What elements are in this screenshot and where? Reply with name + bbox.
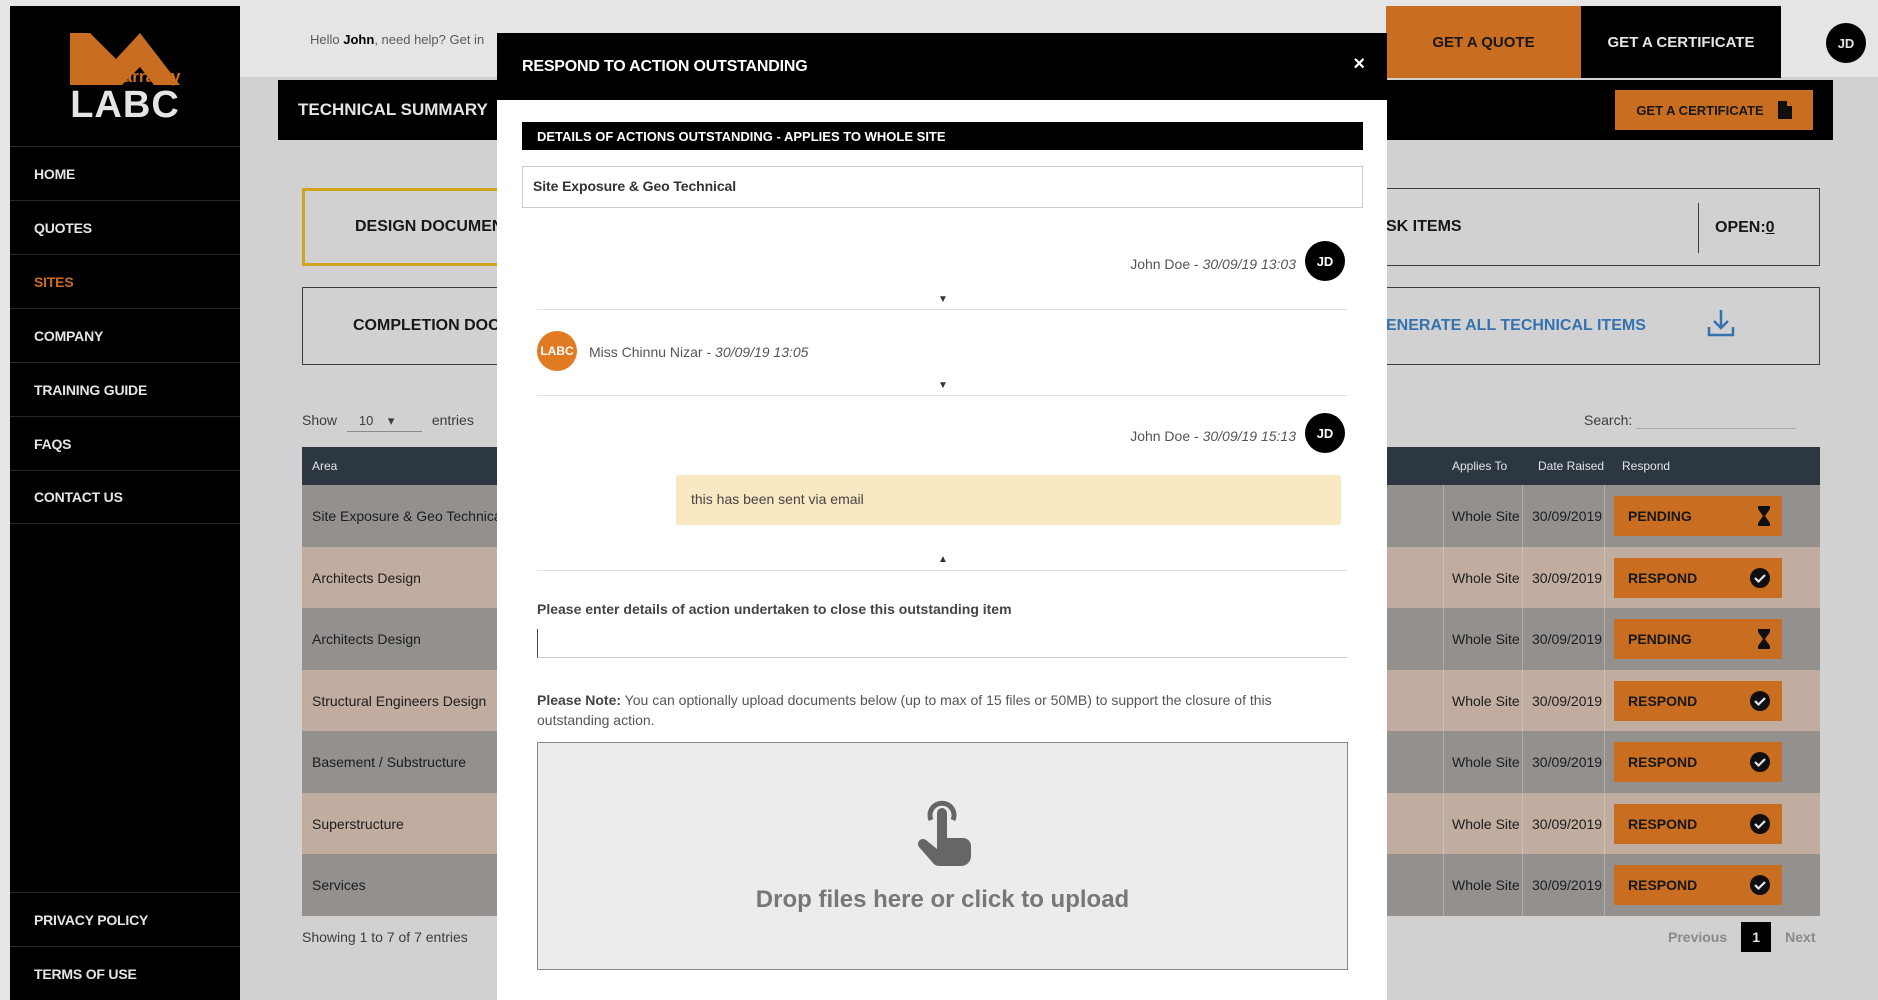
message-item: John Doe - 30/09/19 15:13 JD xyxy=(537,413,1347,453)
close-icon[interactable]: × xyxy=(1353,53,1365,76)
message-separator: - xyxy=(1190,256,1203,272)
upload-note-text: You can optionally upload documents belo… xyxy=(537,692,1272,728)
message-time: 30/09/19 13:05 xyxy=(715,344,809,360)
action-details-input[interactable] xyxy=(537,629,1347,658)
message-meta: John Doe - 30/09/19 13:03 xyxy=(1130,256,1296,272)
message-meta: John Doe - 30/09/19 15:13 xyxy=(1130,428,1296,444)
message-meta: Miss Chinnu Nizar - 30/09/19 13:05 xyxy=(589,344,808,360)
details-value: Site Exposure & Geo Technical xyxy=(522,166,1363,208)
avatar: LABC xyxy=(537,331,577,371)
message-separator: - xyxy=(702,344,716,360)
file-dropzone[interactable]: Drop files here or click to upload xyxy=(537,742,1348,970)
message-author: John Doe xyxy=(1130,428,1191,444)
message-separator: - xyxy=(1190,428,1203,444)
avatar: JD xyxy=(1305,413,1345,453)
action-details-label: Please enter details of action undertake… xyxy=(537,601,1012,617)
modal-title: RESPOND TO ACTION OUTSTANDING xyxy=(522,58,808,75)
message-time: 30/09/19 13:03 xyxy=(1202,256,1296,272)
message-bubble: this has been sent via email xyxy=(676,475,1341,525)
chevron-up-icon[interactable]: ▲ xyxy=(938,554,948,565)
upload-note-bold: Please Note: xyxy=(537,692,622,708)
chevron-down-icon[interactable]: ▼ xyxy=(938,380,948,391)
message-item: John Doe - 30/09/19 13:03 JD xyxy=(537,241,1347,281)
message-time: 30/09/19 15:13 xyxy=(1202,428,1296,444)
divider xyxy=(537,309,1347,310)
tap-hand-icon xyxy=(917,800,971,866)
respond-modal: RESPOND TO ACTION OUTSTANDING × DETAILS … xyxy=(497,33,1387,1000)
divider xyxy=(537,395,1347,396)
message-author: John Doe xyxy=(1130,256,1191,272)
avatar: JD xyxy=(1305,241,1345,281)
divider xyxy=(537,570,1347,571)
chevron-down-icon[interactable]: ▼ xyxy=(938,294,948,305)
modal-header: RESPOND TO ACTION OUTSTANDING × xyxy=(497,33,1387,100)
details-header: DETAILS OF ACTIONS OUTSTANDING - APPLIES… xyxy=(522,122,1363,150)
dropzone-text: Drop files here or click to upload xyxy=(755,886,1130,913)
message-author: Miss Chinnu Nizar xyxy=(589,344,703,360)
upload-note: Please Note: You can optionally upload d… xyxy=(537,690,1347,730)
message-item: LABC Miss Chinnu Nizar - 30/09/19 13:05 xyxy=(537,331,1347,371)
